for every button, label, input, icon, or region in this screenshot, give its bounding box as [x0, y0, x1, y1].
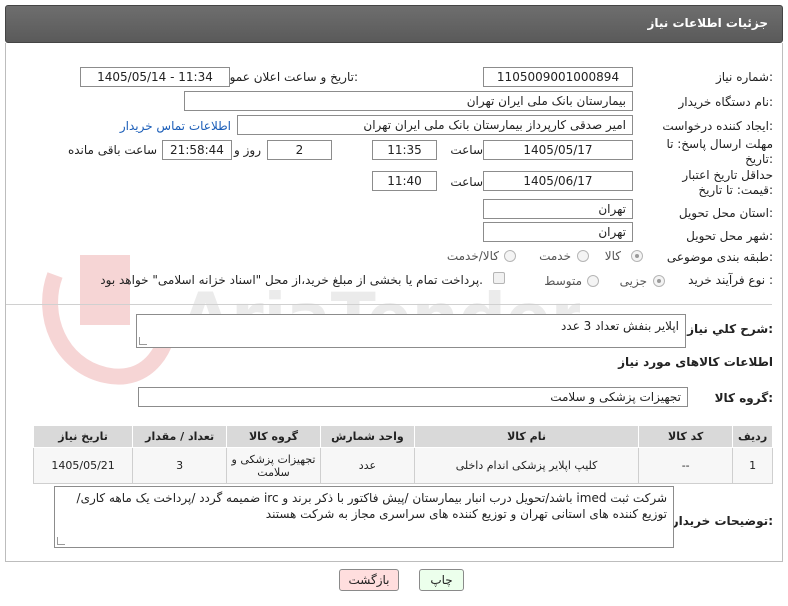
announce-datetime-field: 1405/05/14 - 11:34 — [80, 67, 230, 87]
subject-category-label: طبقه بندی موضوعی: — [666, 250, 773, 264]
resize-grip-icon[interactable] — [57, 537, 65, 545]
purchase-process-label: نوع فرآیند خرید : — [688, 273, 773, 287]
cell-name: کلیپ اپلایر پزشکی اندام داخلی — [413, 447, 640, 484]
delivery-city-label: شهر محل تحویل: — [686, 229, 773, 243]
remaining-time-field: 21:58:44 — [162, 140, 232, 160]
price-time-label: ساعت — [450, 175, 483, 189]
need-number-label: شماره نیاز: — [715, 70, 773, 84]
reply-days-field: 2 — [267, 140, 332, 160]
cell-group: تجهیزات پزشکی و سلامت — [226, 447, 321, 484]
price-date-field: 1405/06/17 — [483, 171, 633, 191]
cell-row: 1 — [732, 447, 773, 484]
buyer-org-label: نام دستگاه خریدار: — [678, 95, 774, 109]
goods-group-label: گروه کالا: — [714, 391, 773, 405]
delivery-province-field: تهران — [483, 199, 633, 219]
goods-info-heading: اطلاعات کالاهای مورد نیاز — [618, 355, 773, 369]
need-number-field: 1105009001000894 — [483, 67, 633, 87]
col-qty: تعداد / مقدار — [132, 425, 228, 448]
back-button[interactable]: بازگشت — [339, 569, 399, 591]
divider — [6, 304, 772, 305]
treasury-payment-note: پرداخت تمام یا بخشی از مبلغ خرید،از محل … — [100, 273, 483, 287]
cell-date: 1405/05/21 — [32, 447, 134, 484]
price-validity-label: حداقل تاریخ اعتبار قیمت: تا تاریخ: — [682, 168, 773, 197]
buyer-notes-label: توضیحات خریدار: — [671, 514, 773, 528]
cell-code: -- — [638, 447, 734, 484]
col-code: کد کالا — [638, 425, 734, 448]
col-row: ردیف — [732, 425, 773, 448]
radio-goods[interactable] — [631, 250, 643, 262]
general-desc-label: شرح کلي نياز: — [687, 322, 773, 336]
radio-medium-label: متوسط — [544, 274, 582, 288]
page-header: جزئیات اطلاعات نیاز — [5, 5, 783, 43]
days-and-label: روز و — [234, 143, 261, 157]
radio-goods-service[interactable] — [504, 250, 516, 262]
cell-unit: عدد — [319, 447, 415, 484]
radio-goods-service-label: کالا/خدمت — [446, 249, 499, 263]
buyer-notes-field: شرکت ثبت imed باشد/تحویل درب انبار بیمار… — [54, 486, 674, 548]
price-time-field: 11:40 — [372, 171, 437, 191]
col-group: گروه کالا — [226, 425, 321, 448]
remaining-label: ساعت باقی مانده — [67, 143, 157, 157]
radio-goods-label: کالا — [604, 249, 621, 263]
reply-time-label: ساعت — [450, 143, 483, 157]
requester-field: امیر صدقی کارپرداز بیمارستان بانک ملی ای… — [237, 115, 633, 135]
buyer-org-field: بیمارستان بانک ملی ایران تهران — [184, 91, 633, 111]
col-date: تاریخ نیاز — [32, 425, 134, 448]
reply-date-field: 1405/05/17 — [483, 140, 633, 160]
col-name: نام کالا — [413, 425, 640, 448]
page-title: جزئیات اطلاعات نیاز — [647, 16, 768, 30]
items-table: ردیف کد کالا نام کالا واحد شمارش گروه کا… — [32, 425, 773, 484]
goods-group-field: تجهیزات پزشکی و سلامت — [138, 387, 688, 407]
requester-label: ایجاد کننده درخواست: — [662, 119, 773, 133]
radio-service-label: خدمت — [539, 249, 571, 263]
buyer-contact-link[interactable]: اطلاعات تماس خریدار — [120, 119, 231, 133]
cell-qty: 3 — [132, 447, 228, 484]
radio-minor-label: جزیی — [619, 274, 647, 288]
print-button[interactable]: چاپ — [419, 569, 464, 591]
table-header-row: ردیف کد کالا نام کالا واحد شمارش گروه کا… — [32, 425, 773, 448]
general-desc-field: اپلایر بنفش تعداد 3 عدد — [136, 314, 686, 348]
col-unit: واحد شمارش — [319, 425, 415, 448]
announce-datetime-label: تاریخ و ساعت اعلان عمومی: — [213, 70, 358, 84]
radio-minor[interactable] — [653, 275, 665, 287]
reply-deadline-label: مهلت ارسال پاسخ: تا تاریخ: — [666, 137, 773, 166]
delivery-province-label: استان محل تحویل: — [678, 206, 773, 220]
delivery-city-field: تهران — [483, 222, 633, 242]
treasury-payment-checkbox[interactable] — [493, 272, 505, 284]
reply-time-field: 11:35 — [372, 140, 437, 160]
radio-medium[interactable] — [587, 275, 599, 287]
radio-service[interactable] — [577, 250, 589, 262]
table-row: 1 -- کلیپ اپلایر پزشکی اندام داخلی عدد ت… — [32, 447, 773, 484]
resize-grip-icon[interactable] — [139, 337, 147, 345]
